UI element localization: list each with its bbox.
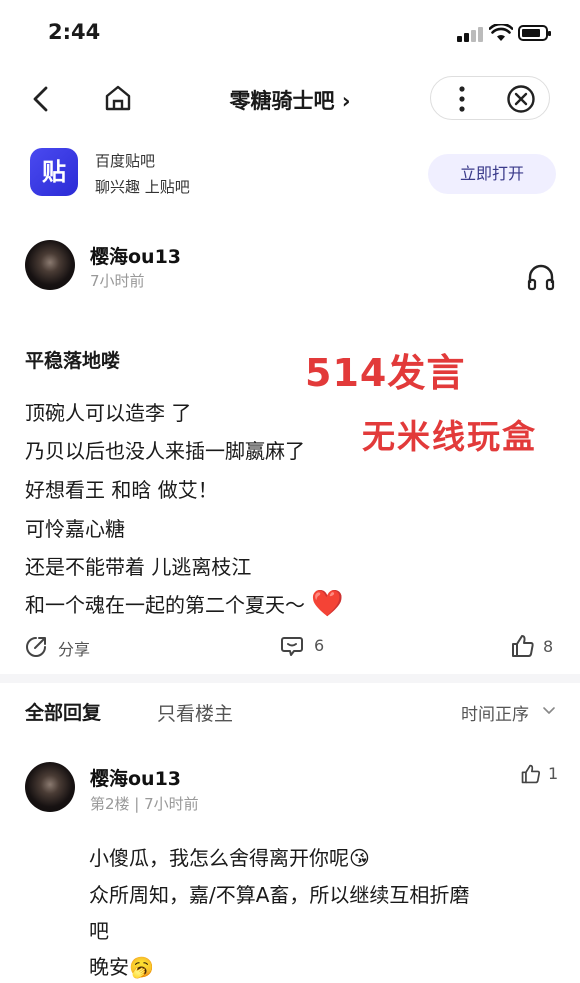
post-line: 顶碗人可以造李 了 — [25, 401, 192, 425]
post-time: 7小时前 — [90, 272, 145, 290]
post-title: 平稳落地喽 — [25, 350, 121, 372]
app-name: 百度贴吧 — [95, 152, 156, 170]
reply-line: 众所周知，嘉/不算A畜，所以继续互相折磨 — [89, 883, 470, 907]
reply-line: 小傻瓜，我怎么舍得离开你呢😘 — [89, 842, 370, 871]
reply-like-count[interactable]: 1 — [548, 764, 558, 783]
author-name[interactable]: 樱海ou13 — [90, 242, 181, 269]
reply-author-name[interactable]: 樱海ou13 — [90, 764, 181, 791]
tab-owner-only[interactable]: 只看楼主 — [157, 699, 233, 726]
signal-icon — [457, 26, 485, 42]
share-label[interactable]: 分享 — [58, 636, 90, 660]
more-icon[interactable] — [458, 86, 466, 112]
comment-count[interactable]: 6 — [314, 636, 324, 655]
post-line: 还是不能带着 儿逃离枝江 — [25, 555, 252, 579]
reply-author-avatar[interactable] — [25, 762, 75, 812]
comment-icon[interactable] — [280, 634, 304, 658]
reply-line-text: 晚安 — [89, 955, 129, 979]
reply-like-icon[interactable] — [520, 763, 542, 785]
app-slogan: 聊兴趣 上贴吧 — [95, 178, 190, 196]
tieba-logo: 贴 — [30, 148, 78, 196]
tab-all-replies[interactable]: 全部回复 — [25, 698, 101, 725]
post-line: 可怜嘉心糖 — [25, 517, 125, 541]
overlay-caption-1: 514发言 — [305, 351, 466, 395]
post-line-last: 和一个魂在一起的第二个夏天～ ❤️ — [25, 589, 344, 619]
overlay-caption-2: 无米线玩盒 — [362, 417, 537, 456]
post-line: 好想看王 和晗 做艾！ — [25, 478, 218, 502]
reply-line: 吧 — [89, 919, 109, 943]
section-divider — [0, 674, 580, 683]
post-line-text: 和一个魂在一起的第二个夏天～ — [25, 593, 305, 617]
yawn-emoji: 🥱 — [129, 955, 154, 979]
reply-line: 晚安🥱 — [89, 951, 154, 980]
battery-icon — [518, 25, 551, 41]
status-time: 2:44 — [48, 20, 101, 44]
like-icon[interactable] — [510, 633, 536, 659]
kiss-emoji: 😘 — [349, 846, 370, 870]
share-icon[interactable] — [25, 634, 49, 658]
post-line: 乃贝以后也没人来插一脚嬴麻了 — [25, 439, 305, 463]
open-app-button[interactable]: 立即打开 — [428, 154, 556, 194]
headphone-icon[interactable] — [526, 263, 556, 291]
author-avatar[interactable] — [25, 240, 75, 290]
chevron-down-icon[interactable] — [542, 703, 556, 717]
like-count[interactable]: 8 — [543, 637, 553, 656]
sort-order[interactable]: 时间正序 — [461, 700, 529, 725]
wifi-icon — [489, 24, 513, 41]
reply-meta: 第2楼 | 7小时前 — [90, 795, 199, 813]
reply-line-text: 小傻瓜，我怎么舍得离开你呢 — [89, 846, 349, 870]
heart-emoji: ❤️ — [311, 589, 344, 619]
close-icon[interactable] — [506, 84, 536, 114]
